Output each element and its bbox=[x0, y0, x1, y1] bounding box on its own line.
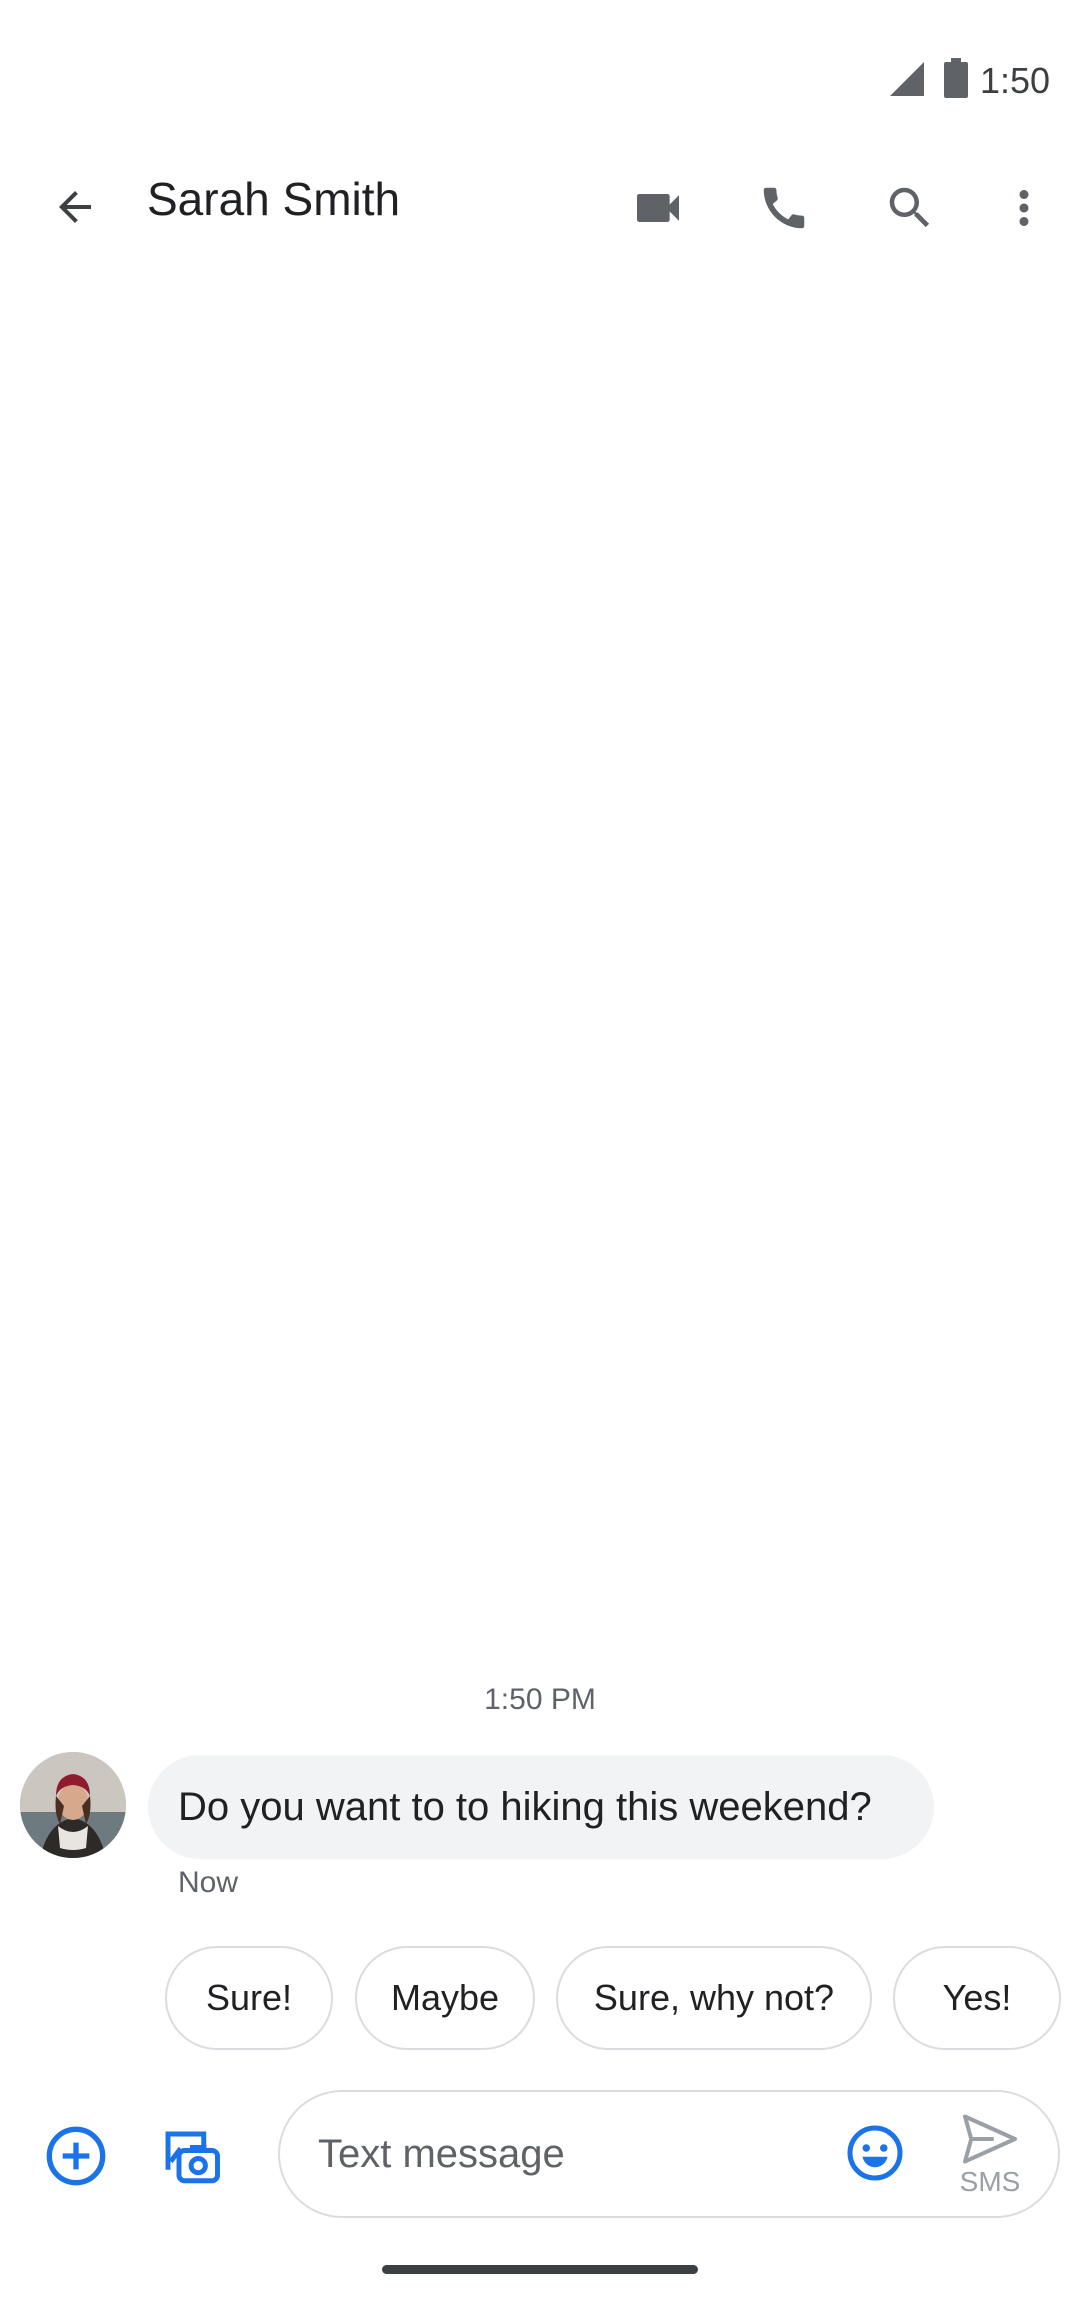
compose-bar: SMS bbox=[278, 2090, 1060, 2218]
more-vert-icon bbox=[1019, 190, 1029, 226]
avatar-image bbox=[20, 1752, 126, 1858]
home-indicator[interactable] bbox=[382, 2265, 698, 2274]
smart-reply-chip[interactable]: Sure, why not? bbox=[556, 1946, 872, 2050]
status-bar: 1:50 bbox=[0, 0, 1080, 160]
battery-icon bbox=[944, 58, 968, 98]
arrow-back-icon bbox=[59, 191, 91, 223]
message-bubble[interactable]: Do you want to to hiking this weekend? bbox=[148, 1755, 934, 1859]
smart-reply-label: Maybe bbox=[390, 1977, 500, 2018]
phone-call-button[interactable] bbox=[746, 170, 822, 246]
emoji-icon bbox=[847, 2125, 903, 2181]
send-icon bbox=[963, 2114, 1017, 2164]
smart-reply-label: Sure! bbox=[205, 1977, 293, 2018]
app-bar: Sarah Smith bbox=[0, 160, 1080, 270]
gallery-camera-icon bbox=[165, 2131, 220, 2184]
send-button[interactable]: SMS bbox=[940, 2106, 1040, 2206]
add-circle-icon bbox=[46, 2126, 106, 2186]
phone-icon bbox=[763, 187, 805, 229]
emoji-button[interactable] bbox=[840, 2118, 910, 2188]
back-button[interactable] bbox=[40, 172, 110, 242]
smart-reply-label: Sure, why not? bbox=[593, 1977, 835, 2018]
smart-reply-chip[interactable]: Maybe bbox=[355, 1946, 535, 2050]
cellular-signal-icon bbox=[890, 62, 924, 96]
send-mode-label: SMS bbox=[959, 2166, 1021, 2197]
more-options-button[interactable] bbox=[986, 170, 1062, 246]
message-time: Now bbox=[178, 1866, 239, 1899]
gallery-camera-button[interactable] bbox=[152, 2118, 228, 2194]
avatar[interactable] bbox=[20, 1752, 126, 1858]
smart-reply-chip[interactable]: Yes! bbox=[893, 1946, 1061, 2050]
text-message-input[interactable] bbox=[318, 2124, 798, 2184]
add-attachment-button[interactable] bbox=[40, 2120, 112, 2192]
search-icon bbox=[889, 187, 930, 228]
smart-reply-chip[interactable]: Sure! bbox=[165, 1946, 333, 2050]
status-time: 1:50 bbox=[980, 60, 1051, 101]
contact-name[interactable]: Sarah Smith bbox=[147, 172, 400, 226]
messages-screen: 1:50 Sarah Smith 1:50 PM Do you want to … bbox=[0, 0, 1080, 2300]
video-call-button[interactable] bbox=[620, 170, 696, 246]
conversation-timestamp: 1:50 PM bbox=[484, 1683, 596, 1716]
video-call-icon bbox=[637, 194, 679, 222]
smart-reply-label: Yes! bbox=[942, 1977, 1012, 2018]
search-button[interactable] bbox=[872, 170, 948, 246]
message-text: Do you want to to hiking this weekend? bbox=[178, 1784, 872, 1829]
